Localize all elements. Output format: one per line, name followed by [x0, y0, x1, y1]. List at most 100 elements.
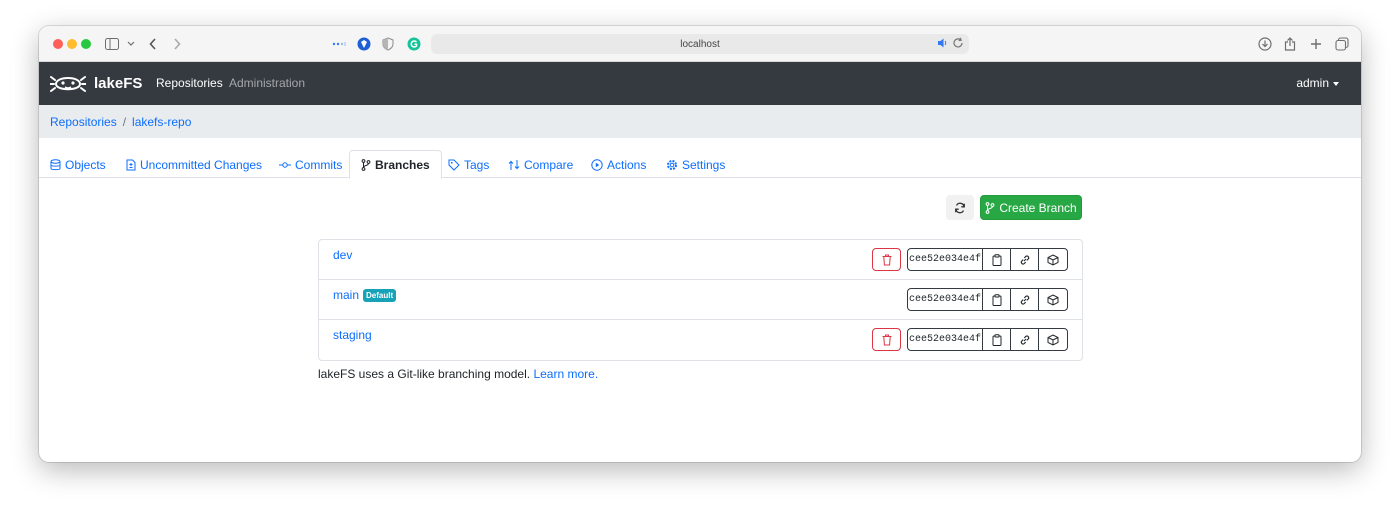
learn-more-link[interactable]: Learn more.	[533, 367, 598, 381]
grammarly-icon[interactable]	[407, 34, 421, 54]
nav-administration[interactable]: Administration	[229, 76, 305, 90]
shield-icon[interactable]	[382, 34, 394, 54]
refresh-icon	[955, 202, 965, 213]
clipboard-icon	[992, 333, 1001, 346]
file-diff-icon	[126, 159, 136, 170]
trash-icon	[882, 254, 891, 265]
new-tab-icon[interactable]	[1310, 34, 1322, 54]
tab-commits[interactable]: Commits	[279, 150, 342, 179]
link-icon	[1020, 254, 1029, 265]
url-text: localhost	[680, 38, 720, 50]
minimize-window-button[interactable]	[67, 39, 77, 49]
note-text: lakeFS uses a Git-like branching model.	[318, 367, 531, 381]
tab-branches[interactable]: Branches	[349, 150, 442, 179]
forward-icon[interactable]	[173, 34, 181, 54]
branch-name: main	[333, 288, 360, 302]
close-window-button[interactable]	[53, 39, 63, 49]
trash-icon	[882, 334, 891, 345]
extension-dots-icon[interactable]	[332, 34, 346, 54]
repo-tabs: Objects Uncommitted Changes Commits Bran…	[39, 138, 1361, 179]
chevron-down-icon[interactable]	[127, 34, 135, 54]
top-navbar: lakeFS Repositories Administration admin	[39, 62, 1361, 105]
reload-icon[interactable]	[952, 37, 964, 52]
tab-compare[interactable]: Compare	[508, 150, 573, 179]
branch-link[interactable]: staging	[333, 328, 372, 342]
browser-window: localhost lakeFS Repositories Administra…	[39, 26, 1361, 462]
tab-label: Compare	[524, 157, 574, 172]
tab-settings[interactable]: Settings	[666, 150, 725, 179]
tab-label: Uncommitted Changes	[140, 157, 263, 172]
brand-logo[interactable]: lakeFS	[50, 70, 142, 96]
branch-list: dev cee52e034e4f main Default cee52e034e4…	[318, 239, 1083, 361]
breadcrumb-repo[interactable]: lakefs-repo	[132, 115, 191, 129]
branch-link[interactable]: dev	[333, 248, 352, 262]
tab-label: Settings	[682, 157, 726, 172]
play-circle-icon	[591, 158, 603, 171]
tab-objects[interactable]: Objects	[50, 150, 106, 179]
zoom-window-button[interactable]	[81, 39, 91, 49]
branch-row: staging cee52e034e4f	[319, 320, 1082, 360]
copy-button[interactable]	[983, 289, 1011, 310]
commit-button-group: cee52e034e4f	[907, 248, 1068, 271]
copy-link-button[interactable]	[1011, 289, 1039, 310]
branch-name: dev	[333, 248, 353, 262]
branch-name: staging	[333, 328, 372, 342]
browse-objects-button[interactable]	[1039, 289, 1067, 310]
privacy-extension-icon[interactable]	[357, 34, 371, 54]
browse-objects-button[interactable]	[1039, 329, 1067, 350]
clipboard-icon	[992, 293, 1001, 306]
commit-id-link[interactable]: cee52e034e4f	[908, 329, 983, 350]
tab-uncommitted-changes[interactable]: Uncommitted Changes	[126, 150, 262, 179]
nav-repositories[interactable]: Repositories	[156, 76, 223, 90]
tab-overview-icon[interactable]	[1335, 34, 1349, 54]
user-menu[interactable]: admin	[1296, 76, 1339, 90]
create-branch-button[interactable]: Create Branch	[980, 195, 1082, 220]
address-bar[interactable]: localhost	[431, 34, 969, 54]
tab-label: Objects	[65, 157, 106, 172]
copy-button[interactable]	[983, 249, 1011, 270]
commit-id-link[interactable]: cee52e034e4f	[908, 289, 983, 310]
delete-branch-button[interactable]	[872, 248, 901, 271]
user-name: admin	[1296, 76, 1329, 90]
compare-arrows-icon	[508, 159, 520, 170]
browse-objects-button[interactable]	[1039, 249, 1067, 270]
tab-label: Actions	[607, 157, 647, 172]
gear-icon	[667, 159, 677, 170]
tag-icon	[448, 159, 460, 171]
git-branch-icon	[361, 158, 371, 171]
commit-button-group: cee52e034e4f	[907, 288, 1068, 311]
breadcrumb-repositories[interactable]: Repositories	[50, 115, 117, 129]
tab-label: Tags	[464, 157, 490, 172]
speaker-icon[interactable]	[937, 37, 949, 52]
box-icon	[1047, 253, 1059, 266]
tab-label: Branches	[375, 157, 430, 172]
branch-link[interactable]: main Default	[333, 288, 397, 302]
copy-button[interactable]	[983, 329, 1011, 350]
breadcrumb: Repositories / lakefs-repo	[39, 105, 1361, 138]
commit-button-group: cee52e034e4f	[907, 328, 1068, 351]
share-icon[interactable]	[1284, 34, 1296, 54]
branch-row: dev cee52e034e4f	[319, 240, 1082, 280]
sidebar-toggle-icon[interactable]	[105, 34, 119, 54]
database-icon	[50, 158, 61, 170]
breadcrumb-separator: /	[122, 114, 127, 129]
box-icon	[1047, 293, 1059, 306]
copy-link-button[interactable]	[1011, 329, 1039, 350]
copy-link-button[interactable]	[1011, 249, 1039, 270]
delete-branch-button[interactable]	[872, 328, 901, 351]
branch-row: main Default cee52e034e4f	[319, 280, 1082, 320]
brand-name: lakeFS	[94, 74, 143, 92]
commit-icon	[279, 161, 291, 168]
download-icon[interactable]	[1258, 34, 1272, 54]
tab-tags[interactable]: Tags	[448, 150, 489, 179]
refresh-button[interactable]	[946, 195, 974, 220]
back-icon[interactable]	[149, 34, 157, 54]
caret-down-icon	[1333, 81, 1339, 86]
tab-label: Commits	[295, 157, 343, 172]
branching-model-note: lakeFS uses a Git-like branching model. …	[318, 367, 598, 381]
commit-id-link[interactable]: cee52e034e4f	[908, 249, 983, 270]
link-icon	[1020, 294, 1029, 305]
default-badge: Default	[363, 288, 397, 302]
axolotl-logo-icon	[50, 76, 86, 92]
tab-actions[interactable]: Actions	[591, 150, 646, 179]
